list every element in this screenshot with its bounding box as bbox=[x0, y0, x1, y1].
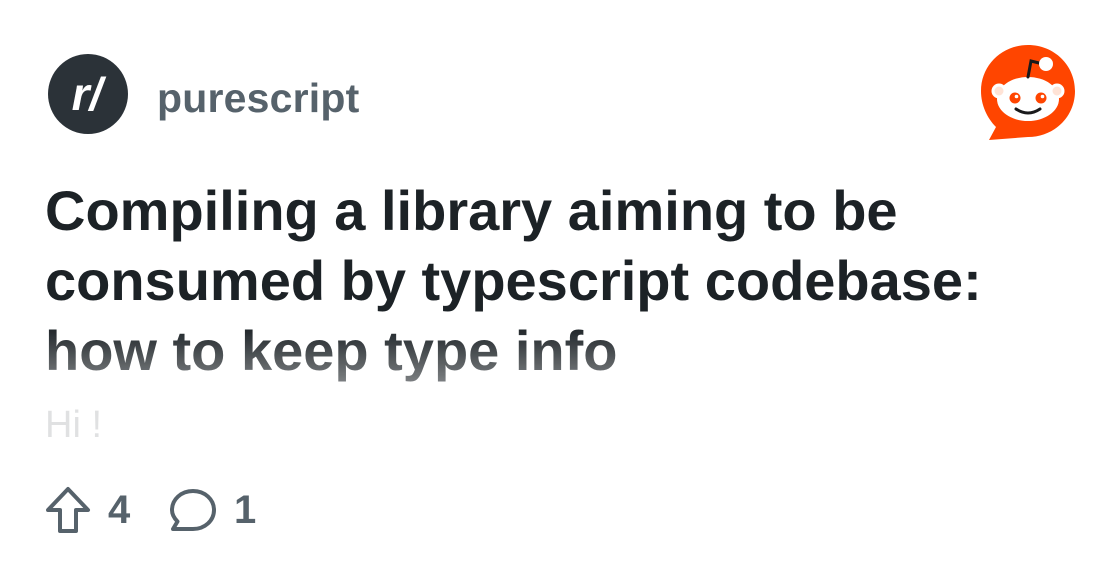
reddit-snoo-icon bbox=[981, 45, 1075, 140]
upvote-count: 4 bbox=[108, 488, 131, 532]
comment-stat[interactable]: 1 bbox=[168, 484, 256, 536]
subreddit-avatar-text: r/ bbox=[72, 68, 107, 120]
upvote-stat[interactable]: 4 bbox=[44, 484, 130, 536]
reddit-logo[interactable] bbox=[979, 43, 1077, 141]
comment-count: 1 bbox=[234, 488, 257, 532]
subreddit-avatar-icon: r/ bbox=[48, 54, 128, 134]
subreddit-avatar[interactable]: r/ bbox=[48, 54, 128, 134]
comment-bubble-icon[interactable] bbox=[168, 486, 218, 534]
post-share-card: r/ purescript Compiling a library aiming… bbox=[0, 0, 1120, 584]
subreddit-name[interactable]: purescript bbox=[157, 74, 360, 122]
upvote-arrow-icon[interactable] bbox=[44, 485, 92, 535]
post-body-preview: Hi ! bbox=[45, 404, 102, 446]
post-title[interactable]: Compiling a library aiming to be consume… bbox=[45, 176, 1055, 386]
